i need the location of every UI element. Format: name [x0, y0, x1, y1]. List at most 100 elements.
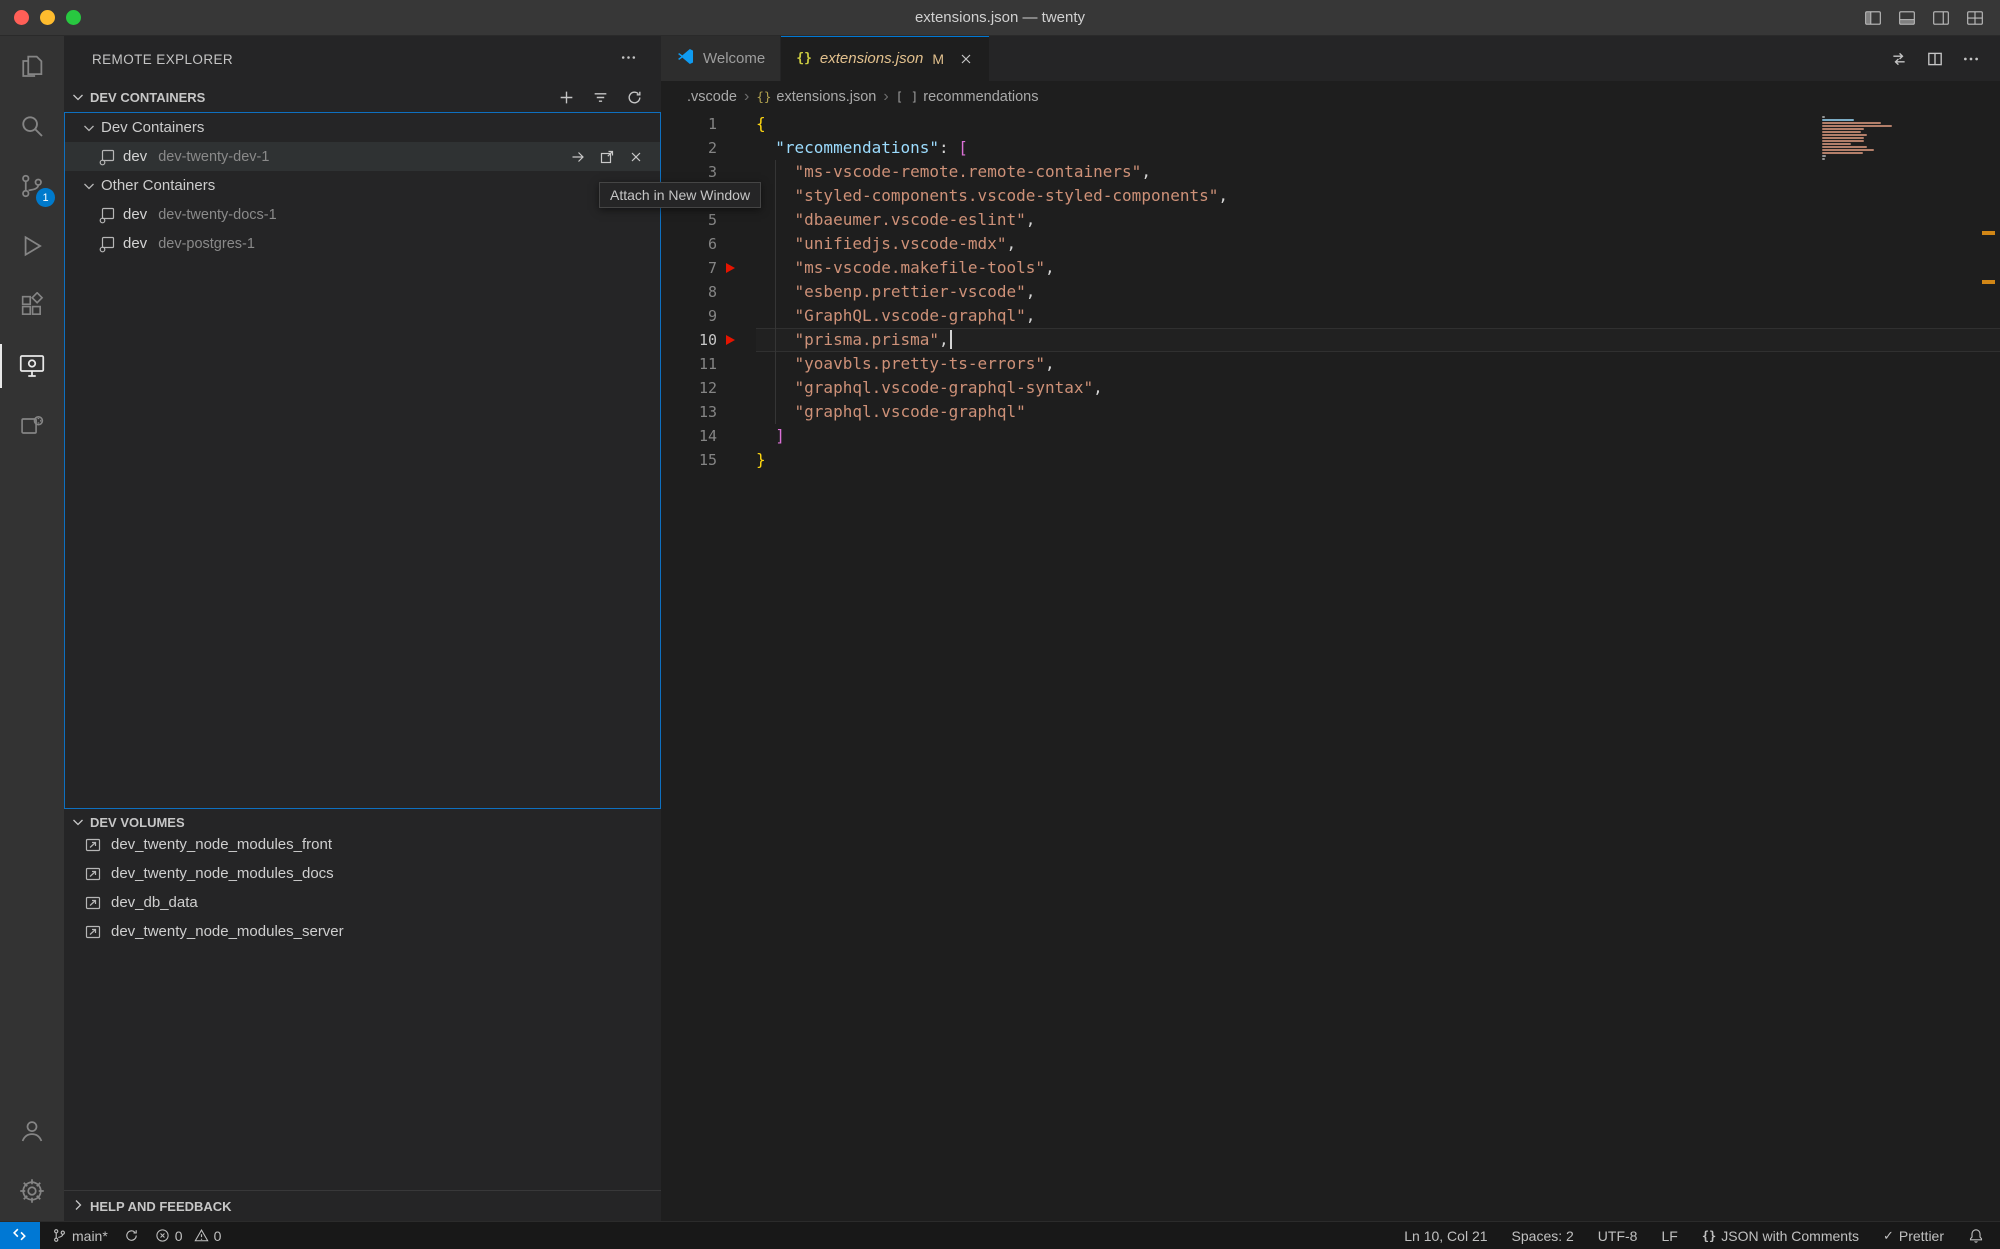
cursor-position[interactable]: Ln 10, Col 21 [1404, 1228, 1487, 1244]
minimap-line [1822, 152, 1863, 154]
code-line-2[interactable]: 2 "recommendations": [ [661, 136, 2000, 160]
code-line-9[interactable]: 9 "GraphQL.vscode-graphql", [661, 304, 2000, 328]
more-actions-icon[interactable] [1962, 50, 1980, 68]
minimize-window-button[interactable] [40, 10, 55, 25]
explorer-icon[interactable] [0, 36, 64, 96]
code-line-14[interactable]: 14 ] [661, 424, 2000, 448]
eol-sequence[interactable]: LF [1661, 1228, 1677, 1244]
minimap-line [1822, 119, 1854, 121]
toggle-secondary-sidebar-icon[interactable] [1932, 9, 1950, 27]
minimap[interactable] [1822, 116, 1892, 161]
code-editor[interactable]: 1{2 "recommendations": [3 "ms-vscode-rem… [661, 112, 2000, 1221]
refresh-icon[interactable] [626, 89, 643, 106]
breadcrumb-vscode[interactable]: .vscode [687, 89, 737, 105]
code-line-5[interactable]: 5 "dbaeumer.vscode-eslint", [661, 208, 2000, 232]
line-number: 14 [661, 424, 717, 448]
notifications-bell[interactable] [1968, 1228, 1984, 1244]
gutter-marker-icon [717, 256, 756, 280]
zoom-window-button[interactable] [66, 10, 81, 25]
code-line-11[interactable]: 11 "yoavbls.pretty-ts-errors", [661, 352, 2000, 376]
line-number: 5 [661, 208, 717, 232]
formatter-indicator[interactable]: ✓ Prettier [1883, 1228, 1944, 1244]
tree-group-other-containers[interactable]: Other Containers [65, 171, 660, 200]
close-icon[interactable] [958, 51, 974, 67]
remote-indicator[interactable] [0, 1222, 40, 1249]
chevron-right-icon: › [744, 88, 749, 106]
attach-new-window-icon[interactable] [599, 149, 615, 165]
dev-containers-icon[interactable] [0, 396, 64, 456]
indentation[interactable]: Spaces: 2 [1512, 1228, 1574, 1244]
breadcrumb-recommendations[interactable]: [ ]recommendations [896, 89, 1039, 105]
encoding[interactable]: UTF-8 [1598, 1228, 1638, 1244]
minimap-line [1822, 143, 1851, 145]
activity-bar: 1 [0, 36, 64, 1221]
indentation-label: Spaces: 2 [1512, 1228, 1574, 1244]
overview-ruler-marker[interactable] [1982, 231, 1995, 235]
code-text: "graphql.vscode-graphql" [756, 400, 1026, 424]
new-container-icon[interactable] [558, 89, 575, 106]
tab-welcome[interactable]: Welcome [661, 36, 781, 81]
sync-changes-button[interactable] [124, 1228, 139, 1243]
container-item-dev-postgres-1[interactable]: devdev-postgres-1 [65, 229, 660, 258]
problems-indicator[interactable]: 0 0 [155, 1228, 222, 1244]
container-label: dev [123, 148, 147, 165]
dev-volumes-section-header[interactable]: DEV VOLUMES [64, 814, 661, 830]
gutter-spacer [717, 232, 756, 256]
run-debug-icon[interactable] [0, 216, 64, 276]
volume-item-dev-twenty-node-modules-docs[interactable]: dev_twenty_node_modules_docs [64, 859, 661, 888]
code-text: "prisma.prisma", [756, 328, 952, 352]
container-item-dev-twenty-docs-1[interactable]: devdev-twenty-docs-1 [65, 200, 660, 229]
breadcrumb-extensions-json[interactable]: {}extensions.json [756, 89, 876, 105]
code-line-4[interactable]: 4 "styled-components.vscode-styled-compo… [661, 184, 2000, 208]
code-line-1[interactable]: 1{ [661, 112, 2000, 136]
git-branch-icon [52, 1228, 67, 1243]
volume-label: dev_twenty_node_modules_docs [111, 865, 334, 882]
code-line-15[interactable]: 15} [661, 448, 2000, 472]
attach-shell-icon[interactable] [570, 149, 586, 165]
dev-containers-section-header[interactable]: DEV CONTAINERS [64, 82, 661, 112]
remove-container-icon[interactable] [628, 149, 644, 165]
dev-volumes-list: dev_twenty_node_modules_front dev_twenty_… [64, 830, 661, 946]
extensions-icon[interactable] [0, 276, 64, 336]
help-and-feedback-section-header[interactable]: HELP AND FEEDBACK [64, 1190, 661, 1221]
toggle-panel-icon[interactable] [1898, 9, 1916, 27]
volume-item-dev-twenty-node-modules-server[interactable]: dev_twenty_node_modules_server [64, 917, 661, 946]
git-branch-indicator[interactable]: main* [52, 1228, 108, 1244]
code-line-3[interactable]: 3 "ms-vscode-remote.remote-containers", [661, 160, 2000, 184]
container-item-dev-twenty-dev-1[interactable]: devdev-twenty-dev-1 [65, 142, 660, 171]
accounts-icon[interactable] [0, 1101, 64, 1161]
more-actions-icon[interactable] [620, 49, 637, 69]
line-number: 10 [661, 328, 717, 352]
filter-list-icon[interactable] [592, 89, 609, 106]
toggle-primary-sidebar-icon[interactable] [1864, 9, 1882, 27]
settings-gear-icon[interactable] [0, 1161, 64, 1221]
search-icon[interactable] [0, 96, 64, 156]
remote-explorer-icon[interactable] [0, 336, 64, 396]
volume-item-dev-db-data[interactable]: dev_db_data [64, 888, 661, 917]
minimap-line [1822, 125, 1892, 127]
split-editor-icon[interactable] [1926, 50, 1944, 68]
warning-count: 0 [214, 1228, 222, 1244]
overview-ruler-marker[interactable] [1982, 280, 1995, 284]
source-control-icon[interactable]: 1 [0, 156, 64, 216]
code-line-7[interactable]: 7 "ms-vscode.makefile-tools", [661, 256, 2000, 280]
line-number: 15 [661, 448, 717, 472]
remote-icon [12, 1226, 29, 1246]
gutter-spacer [717, 112, 756, 136]
code-line-12[interactable]: 12 "graphql.vscode-graphql-syntax", [661, 376, 2000, 400]
tree-group-dev-containers[interactable]: Dev Containers [65, 113, 660, 142]
git-modified-badge: M [932, 51, 944, 67]
code-line-8[interactable]: 8 "esbenp.prettier-vscode", [661, 280, 2000, 304]
open-changes-icon[interactable] [1890, 50, 1908, 68]
volume-item-dev-twenty-node-modules-front[interactable]: dev_twenty_node_modules_front [64, 830, 661, 859]
close-window-button[interactable] [14, 10, 29, 25]
code-line-13[interactable]: 13 "graphql.vscode-graphql" [661, 400, 2000, 424]
tab-extensions-json[interactable]: {}extensions.jsonM [781, 36, 990, 81]
tree-group-label: Dev Containers [101, 119, 204, 136]
customize-layout-icon[interactable] [1966, 9, 1984, 27]
window-title: extensions.json — twenty [0, 9, 2000, 26]
code-line-6[interactable]: 6 "unifiedjs.vscode-mdx", [661, 232, 2000, 256]
branch-name: main* [72, 1228, 108, 1244]
code-line-10[interactable]: 10 "prisma.prisma", [661, 328, 2000, 352]
language-mode[interactable]: {} JSON with Comments [1702, 1228, 1859, 1244]
